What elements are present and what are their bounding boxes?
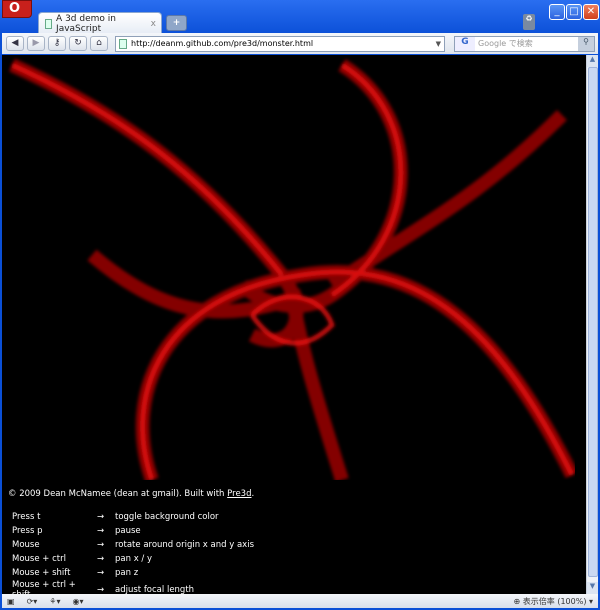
zoom-control[interactable]: ⊕ 表示倍率 (100%) ▾ [514,596,593,607]
credits-text: © 2009 Dean McNamee (dean at gmail). Bui… [8,489,228,499]
url-text: http://deanm.github.com/pre3d/monster.ht… [131,39,314,48]
maximize-button[interactable]: □ [566,4,582,20]
control-input: Mouse [12,540,40,550]
control-action: pan x / y [115,554,153,564]
control-action: pause [115,526,141,536]
arrow-icon: → [97,540,105,550]
arrow-icon: → [97,568,105,578]
control-action: pan z [115,568,139,578]
control-row: Press p → pause [9,524,257,538]
tab-close-icon[interactable]: x [151,19,156,29]
page-content: © 2009 Dean McNamee (dean at gmail). Bui… [2,55,586,600]
forward-button[interactable]: ▶ [27,36,45,51]
control-input: Mouse + shift [12,568,71,578]
3d-canvas[interactable] [2,55,575,480]
control-row: Mouse + shift → pan z [9,566,257,580]
tab-active[interactable]: A 3d demo in JavaScript x [38,12,162,34]
title-bar: O A 3d demo in JavaScript x + ♻ _ □ ✕ [0,0,600,34]
status-bar: ▣ ⟳▾ ⚘▾ ◉▾ ⊕ 表示倍率 (100%) ▾ [2,594,598,608]
controls-table: Press t → toggle background color Press p → p… [9,510,257,600]
vertical-scrollbar[interactable]: ▲ ▼ [586,55,598,594]
credits-suffix: . [251,489,255,499]
zoom-label: 表示倍率 (100%) [522,596,587,606]
control-input: Mouse + ctrl [12,554,66,564]
unite-icon[interactable]: ⚘▾ [49,597,60,606]
scroll-thumb[interactable] [588,67,598,577]
page-icon [119,38,127,49]
opera-menu-button[interactable]: O [2,0,32,18]
control-action: toggle background color [115,512,219,522]
minimize-button[interactable]: _ [549,4,565,20]
tab-title: A 3d demo in JavaScript [56,13,116,34]
scroll-up-icon[interactable]: ▲ [587,55,598,67]
arrow-icon: → [97,526,105,536]
home-button[interactable]: ⌂ [90,36,108,51]
control-input: Press t [12,512,41,522]
control-row: Mouse + ctrl → pan x / y [9,552,257,566]
control-row: Press t → toggle background color [9,510,257,524]
credits: © 2009 Dean McNamee (dean at gmail). Bui… [8,489,254,499]
search-placeholder: Google で検索 [478,39,533,48]
sync-icon[interactable]: ⟳▾ [27,597,38,606]
control-action: rotate around origin x and y axis [115,540,254,550]
reload-button[interactable]: ↻ [69,36,87,51]
arrow-icon: → [97,512,105,522]
google-icon[interactable]: G [455,36,475,51]
control-row: Mouse → rotate around origin x and y axis [9,538,257,552]
control-input: Press p [12,526,43,536]
panel-toggle-icon[interactable]: ▣ [7,597,15,606]
search-icon[interactable]: ⚲ [578,36,594,51]
pre3d-link[interactable]: Pre3d [227,489,251,499]
wand-key-button[interactable]: ⚷ [48,36,66,51]
search-field[interactable]: G Google で検索 ⚲ [454,35,595,52]
toolbar: ◀ ▶ ⚷ ↻ ⌂ http://deanm.github.com/pre3d/… [2,33,598,54]
back-button[interactable]: ◀ [6,36,24,51]
page-icon [45,18,53,29]
trash-icon[interactable]: ♻ [523,14,535,30]
close-window-button[interactable]: ✕ [583,4,599,20]
chevron-down-icon[interactable]: ▼ [436,40,441,48]
address-bar[interactable]: http://deanm.github.com/pre3d/monster.ht… [115,35,445,52]
turbo-icon[interactable]: ◉▾ [72,597,83,606]
arrow-icon: → [97,554,105,564]
new-tab-button[interactable]: + [166,15,187,31]
scroll-down-icon[interactable]: ▼ [587,582,598,594]
